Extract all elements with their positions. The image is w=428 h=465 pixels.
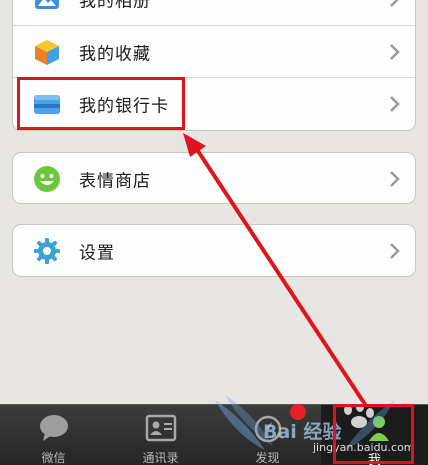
menu-item-favorites-label: 我的收藏 — [79, 44, 151, 64]
chevron-right-icon — [390, 0, 399, 7]
person-icon — [368, 416, 389, 441]
tab-chats[interactable]: 微信 — [0, 405, 107, 465]
chevron-right-icon — [390, 171, 400, 187]
discover-notification-badge — [290, 404, 306, 420]
tab-me[interactable]: 我 — [321, 405, 428, 465]
chat-bubble-icon — [39, 415, 68, 441]
menu-item-album[interactable]: 我的相册 — [13, 0, 415, 25]
smiley-icon — [34, 166, 60, 192]
tab-bar: 微信 通讯录 发现 我 — [0, 404, 428, 465]
menu-item-sticker-shop[interactable]: 表情商店 — [13, 153, 415, 203]
tab-chats-label: 微信 — [41, 451, 66, 465]
album-icon — [35, 0, 59, 9]
menu-item-album-label: 我的相册 — [79, 0, 151, 12]
menu-item-bank-card-label: 我的银行卡 — [79, 96, 169, 116]
chevron-right-icon — [390, 95, 400, 112]
chevron-right-icon — [390, 243, 400, 259]
contacts-card-icon — [145, 414, 176, 442]
menu-item-bank-card[interactable]: 我的银行卡 — [13, 77, 415, 129]
menu-group-personal: 我的相册 我的收藏 我的银行卡 — [12, 0, 416, 131]
menu-item-settings-label: 设置 — [79, 243, 115, 264]
tab-contacts-label: 通讯录 — [142, 451, 179, 465]
compass-icon — [254, 415, 281, 443]
tab-me-label: 我 — [367, 453, 381, 465]
tab-contacts[interactable]: 通讯录 — [107, 405, 214, 465]
tab-discover-label: 发现 — [255, 451, 280, 465]
gear-icon — [34, 238, 60, 264]
menu-item-settings[interactable]: 设置 — [13, 225, 415, 276]
menu-group-settings: 设置 — [12, 224, 416, 277]
favorites-cube-icon — [35, 39, 59, 65]
menu-item-sticker-shop-label: 表情商店 — [79, 171, 151, 192]
menu-group-stickers: 表情商店 — [12, 152, 416, 204]
menu-item-favorites[interactable]: 我的收藏 — [13, 25, 415, 77]
bank-card-icon — [34, 94, 60, 114]
chevron-right-icon — [390, 43, 400, 60]
